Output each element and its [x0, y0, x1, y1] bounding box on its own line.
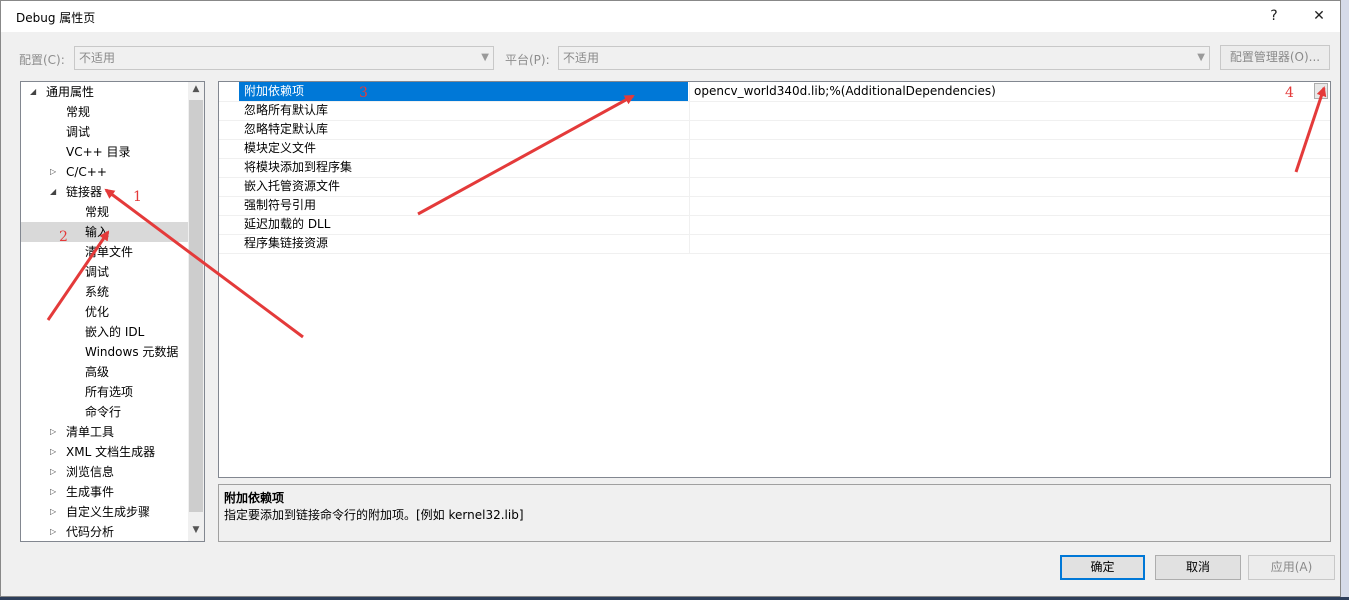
annotation-number-1: 1 [133, 189, 142, 205]
annotation-number-4: 4 [1285, 85, 1294, 101]
annotation-number-3: 3 [359, 85, 368, 101]
annotation-number-2: 2 [59, 229, 68, 245]
arrow-3 [417, 94, 635, 216]
arrow-4 [1294, 86, 1327, 173]
arrow-2 [46, 230, 110, 321]
annotation-arrows [46, 86, 1327, 339]
arrow-1 [104, 188, 304, 339]
